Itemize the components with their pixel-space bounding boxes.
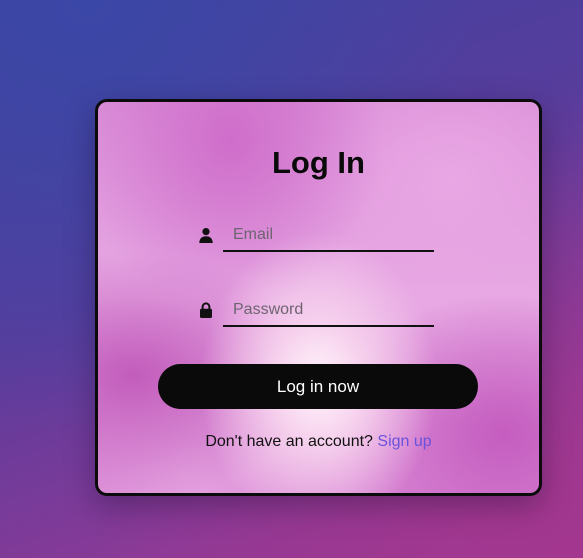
signup-line: Don't have an account? Sign up [98, 433, 539, 451]
password-field-group [198, 295, 435, 329]
login-card: Log In Log in now Don't have an account?… [95, 99, 542, 496]
email-input[interactable] [223, 220, 434, 252]
login-button[interactable]: Log in now [158, 364, 478, 409]
page-title: Log In [272, 145, 365, 180]
lock-icon [198, 302, 214, 318]
email-field-group [198, 220, 435, 254]
signup-link[interactable]: Sign up [377, 433, 431, 450]
password-input[interactable] [223, 295, 434, 327]
user-icon [198, 227, 214, 243]
signup-prompt: Don't have an account? [205, 433, 373, 450]
